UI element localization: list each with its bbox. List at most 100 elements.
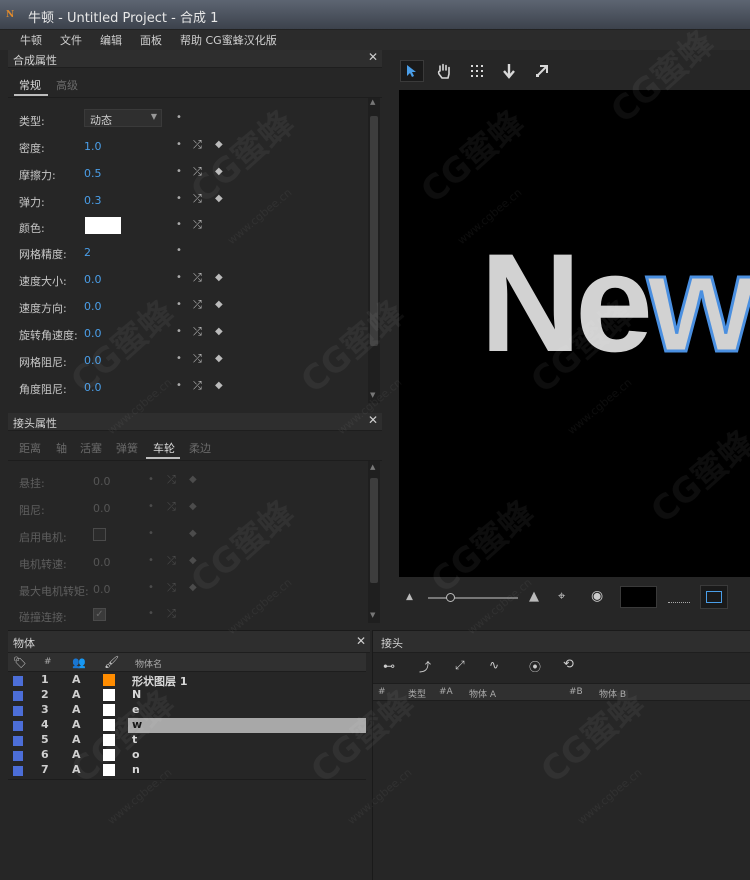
- shuffle-icon[interactable]: ⤮: [193, 352, 202, 366]
- angular-damping-value[interactable]: 0.0: [84, 381, 102, 394]
- weld-joint-icon[interactable]: ⟲: [563, 657, 574, 672]
- type-dropdown[interactable]: 动态 ▼: [84, 109, 162, 127]
- row-color-swatch[interactable]: [103, 704, 115, 716]
- wheel-joint-icon[interactable]: ⦿: [529, 658, 541, 675]
- keyframe-diamond-icon[interactable]: ◆: [215, 193, 223, 204]
- row-body-type[interactable]: A: [72, 733, 81, 746]
- header-object-name[interactable]: 物体名: [135, 657, 162, 670]
- tab-general[interactable]: 常规: [19, 77, 41, 93]
- velocity-value[interactable]: 0.0: [84, 273, 102, 286]
- max-motor-torque-value[interactable]: 0.0: [93, 583, 111, 596]
- layer-color-tag[interactable]: [13, 721, 23, 731]
- layer-color-tag[interactable]: [13, 766, 23, 776]
- table-row[interactable]: 1 A 形状图层 1: [8, 673, 366, 688]
- velocity-direction-value[interactable]: 0.0: [84, 300, 102, 313]
- header-number[interactable]: #: [44, 657, 52, 667]
- scroll-down-icon[interactable]: ▼: [370, 391, 375, 399]
- shuffle-icon[interactable]: ⤮: [193, 138, 202, 152]
- keyframe-diamond-icon[interactable]: ◆: [215, 139, 223, 150]
- keyframe-diamond-icon[interactable]: ◆: [215, 353, 223, 364]
- row-color-swatch[interactable]: [103, 689, 115, 701]
- scroll-up-icon[interactable]: ▲: [370, 98, 375, 106]
- suspension-value[interactable]: 0.0: [93, 475, 111, 488]
- tab-distance[interactable]: 距离: [19, 440, 41, 456]
- scrollbar-thumb[interactable]: [370, 116, 378, 346]
- users-icon[interactable]: 👥: [72, 656, 86, 669]
- menu-file[interactable]: 文件: [60, 32, 82, 48]
- mountain-small-icon[interactable]: ▲: [406, 592, 413, 602]
- shuffle-icon[interactable]: ⤮: [167, 473, 176, 487]
- header-type[interactable]: 类型: [408, 687, 426, 700]
- tag-icon[interactable]: 🏷: [13, 656, 27, 669]
- row-color-swatch[interactable]: [103, 764, 115, 776]
- tab-advanced[interactable]: 高级: [56, 77, 78, 93]
- layer-color-tag[interactable]: [13, 706, 23, 716]
- scrollbar[interactable]: ▲ ▼: [368, 98, 380, 403]
- keyframe-diamond-icon[interactable]: ◆: [189, 474, 197, 485]
- paintbrush-icon[interactable]: 🖌: [104, 655, 119, 669]
- layer-color-tag[interactable]: [13, 691, 23, 701]
- color-swatch[interactable]: [85, 217, 121, 234]
- pivot-joint-icon[interactable]: ⤴: [419, 658, 431, 675]
- shuffle-icon[interactable]: ⤮: [193, 298, 202, 312]
- header-number[interactable]: #: [378, 687, 386, 697]
- close-icon[interactable]: ✕: [368, 413, 378, 427]
- keyframe-diamond-icon[interactable]: ◆: [215, 166, 223, 177]
- keyframe-diamond-icon[interactable]: ◆: [189, 555, 197, 566]
- dotted-line-icon[interactable]: [668, 602, 690, 603]
- tab-piston[interactable]: 活塞: [80, 440, 102, 456]
- row-body-type[interactable]: A: [72, 673, 81, 686]
- viewer-canvas[interactable]: New: [399, 90, 750, 577]
- close-icon[interactable]: ✕: [368, 50, 378, 64]
- row-body-type[interactable]: A: [72, 703, 81, 716]
- row-color-swatch[interactable]: [103, 734, 115, 746]
- row-body-type[interactable]: A: [72, 748, 81, 761]
- header-object-b[interactable]: 物体 B: [599, 687, 626, 700]
- menu-panels[interactable]: 面板: [140, 32, 162, 48]
- scrollbar-thumb[interactable]: [370, 478, 378, 583]
- mountain-large-icon[interactable]: ▲: [529, 589, 539, 604]
- row-body-type[interactable]: A: [72, 718, 81, 731]
- layer-color-tag[interactable]: [13, 736, 23, 746]
- scrollbar[interactable]: ▲ ▼: [368, 461, 380, 623]
- layer-color-tag[interactable]: [13, 676, 23, 686]
- scroll-down-icon[interactable]: ▼: [370, 611, 375, 619]
- linear-damping-value[interactable]: 0.0: [84, 354, 102, 367]
- angular-velocity-value[interactable]: 0.0: [84, 327, 102, 340]
- close-icon[interactable]: ✕: [356, 634, 366, 648]
- distance-joint-icon[interactable]: ⊷: [383, 659, 395, 673]
- keyframe-diamond-icon[interactable]: ◆: [189, 501, 197, 512]
- collide-connected-checkbox[interactable]: ✓: [93, 608, 106, 621]
- zoom-slider-handle[interactable]: [446, 593, 455, 602]
- scroll-up-icon[interactable]: ▲: [370, 463, 375, 471]
- spring-joint-icon[interactable]: ∿: [489, 658, 499, 672]
- mesh-precision-value[interactable]: 2: [84, 246, 91, 259]
- keyframe-diamond-icon[interactable]: ◆: [215, 380, 223, 391]
- piston-joint-icon[interactable]: ⤢: [455, 658, 465, 673]
- tab-soft-edge[interactable]: 柔边: [189, 440, 211, 456]
- gravity-down-arrow-icon[interactable]: [497, 60, 521, 82]
- table-row[interactable]: 7 A n: [8, 763, 366, 778]
- shuffle-icon[interactable]: ⤮: [193, 192, 202, 206]
- table-row[interactable]: 6 A o: [8, 748, 366, 763]
- layer-color-tag[interactable]: [13, 751, 23, 761]
- background-color-swatch[interactable]: [620, 586, 657, 608]
- enable-motor-checkbox[interactable]: [93, 528, 106, 541]
- table-row[interactable]: 3 A e: [8, 703, 366, 718]
- keyframe-diamond-icon[interactable]: ◆: [215, 326, 223, 337]
- shuffle-icon[interactable]: ⤮: [167, 607, 176, 621]
- menu-help[interactable]: 帮助 CG蜜蜂汉化版: [180, 32, 277, 48]
- keyframe-diamond-icon[interactable]: ◆: [189, 528, 197, 539]
- bounds-toggle-button[interactable]: [700, 585, 728, 609]
- shuffle-icon[interactable]: ⤮: [193, 271, 202, 285]
- shuffle-icon[interactable]: ⤮: [167, 581, 176, 595]
- bounciness-value[interactable]: 0.3: [84, 194, 102, 207]
- table-row[interactable]: 2 A N: [8, 688, 366, 703]
- tab-axis[interactable]: 轴: [56, 440, 67, 456]
- density-value[interactable]: 1.0: [84, 140, 102, 153]
- table-row[interactable]: 5 A t: [8, 733, 366, 748]
- keyframe-diamond-icon[interactable]: ◆: [215, 299, 223, 310]
- shuffle-icon[interactable]: ⤮: [193, 218, 202, 232]
- shuffle-icon[interactable]: ⤮: [193, 379, 202, 393]
- table-row-selected[interactable]: 4 A w: [8, 718, 366, 733]
